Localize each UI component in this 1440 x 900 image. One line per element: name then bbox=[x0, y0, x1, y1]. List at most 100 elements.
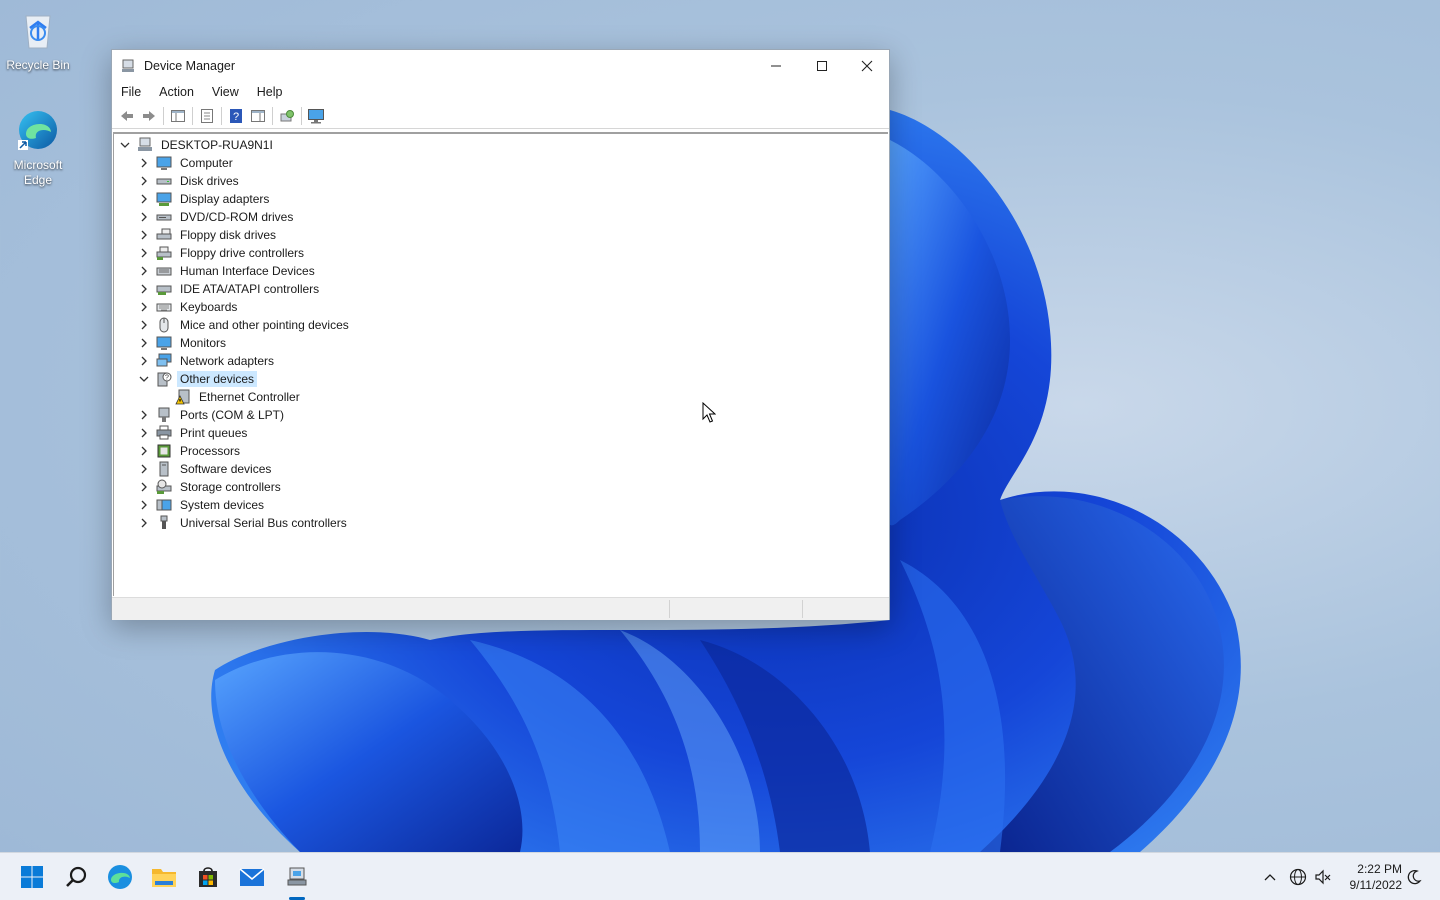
tree-category[interactable]: Human Interface Devices bbox=[138, 262, 318, 280]
tree-category[interactable]: Network adapters bbox=[138, 352, 277, 370]
clock-date: 9/11/2022 bbox=[1349, 878, 1403, 892]
tree-device-ethernet-controller[interactable]: Ethernet Controller bbox=[175, 388, 303, 406]
tree-category[interactable]: Floppy disk drives bbox=[138, 226, 279, 244]
maximize-button[interactable] bbox=[799, 50, 845, 81]
chevron-right-icon[interactable] bbox=[138, 463, 150, 475]
action-pane-icon bbox=[251, 110, 265, 122]
port-icon bbox=[158, 407, 170, 422]
tree-category[interactable]: Ports (COM & LPT) bbox=[138, 406, 287, 424]
taskbar-file-explorer[interactable] bbox=[148, 861, 180, 893]
tray-notifications[interactable] bbox=[1404, 867, 1424, 887]
chevron-right-icon[interactable] bbox=[138, 175, 150, 187]
action-pane-button[interactable] bbox=[247, 106, 269, 126]
chevron-right-icon[interactable] bbox=[138, 229, 150, 241]
tree-category[interactable]: DVD/CD-ROM drives bbox=[138, 208, 296, 226]
tree-category[interactable]: Processors bbox=[138, 442, 243, 460]
tray-volume[interactable] bbox=[1313, 867, 1333, 887]
tree-category[interactable]: Software devices bbox=[138, 460, 274, 478]
chevron-right-icon[interactable] bbox=[138, 355, 150, 367]
chevron-right-icon[interactable] bbox=[138, 481, 150, 493]
tree-category[interactable]: IDE ATA/ATAPI controllers bbox=[138, 280, 322, 298]
menu-action[interactable]: Action bbox=[150, 81, 203, 103]
mouse-icon bbox=[159, 317, 169, 333]
taskbar-mail[interactable] bbox=[236, 861, 268, 893]
chevron-right-icon[interactable] bbox=[138, 211, 150, 223]
taskbar-device-manager[interactable] bbox=[281, 861, 313, 893]
chevron-right-icon[interactable] bbox=[138, 499, 150, 511]
globe-icon bbox=[1289, 868, 1307, 886]
desktop-icon-edge[interactable]: Microsoft Edge bbox=[0, 108, 76, 188]
desktop-icon-recycle-bin[interactable]: Recycle Bin bbox=[0, 8, 76, 73]
forward-button[interactable] bbox=[138, 106, 160, 126]
tree-category-label: Computer bbox=[180, 156, 233, 170]
tree-category-label: Floppy drive controllers bbox=[180, 246, 305, 260]
close-button[interactable] bbox=[844, 50, 890, 81]
tree-root[interactable]: DESKTOP-RUA9N1I bbox=[119, 136, 276, 154]
tree-category[interactable]: Monitors bbox=[138, 334, 229, 352]
start-icon bbox=[21, 866, 43, 888]
tree-category[interactable]: System devices bbox=[138, 496, 267, 514]
show-hide-tree-button[interactable] bbox=[167, 106, 189, 126]
menu-file[interactable]: File bbox=[112, 81, 150, 103]
show-hide-console-tree-icon bbox=[171, 110, 185, 122]
computer-icon bbox=[156, 156, 172, 170]
svg-text:?: ? bbox=[165, 375, 169, 382]
device-manager-window[interactable]: Device Manager File Action View Help ? D… bbox=[111, 49, 890, 620]
help-icon: ? bbox=[230, 109, 242, 123]
chevron-right-icon[interactable] bbox=[138, 265, 150, 277]
status-separator bbox=[669, 600, 670, 618]
properties-button[interactable] bbox=[196, 106, 218, 126]
chevron-right-icon[interactable] bbox=[138, 193, 150, 205]
tree-category[interactable]: Universal Serial Bus controllers bbox=[138, 514, 350, 532]
maximize-icon bbox=[817, 60, 827, 71]
tray-network[interactable] bbox=[1288, 867, 1308, 887]
help-button[interactable]: ? bbox=[225, 106, 247, 126]
warning-device-icon bbox=[175, 389, 190, 405]
system-device-icon bbox=[156, 499, 172, 511]
chevron-right-icon[interactable] bbox=[138, 337, 150, 349]
device-tree[interactable]: DESKTOP-RUA9N1I Computer Disk drives Dis… bbox=[113, 132, 888, 596]
taskbar-edge[interactable] bbox=[104, 861, 136, 893]
tree-category-label: Universal Serial Bus controllers bbox=[180, 516, 347, 530]
tray-overflow-button[interactable] bbox=[1260, 867, 1280, 887]
tree-category[interactable]: Print queues bbox=[138, 424, 250, 442]
minimize-icon bbox=[771, 65, 781, 66]
tree-category[interactable]: Display adapters bbox=[138, 190, 272, 208]
tree-category[interactable]: Floppy drive controllers bbox=[138, 244, 307, 262]
search-button[interactable] bbox=[60, 861, 92, 893]
tree-category[interactable]: Disk drives bbox=[138, 172, 242, 190]
start-button[interactable] bbox=[16, 861, 48, 893]
menu-view[interactable]: View bbox=[203, 81, 248, 103]
taskbar-clock[interactable]: 2:22 PM 9/11/2022 bbox=[1338, 861, 1403, 893]
tree-category-label: Keyboards bbox=[180, 300, 238, 314]
chevron-right-icon[interactable] bbox=[138, 283, 150, 295]
chevron-right-icon[interactable] bbox=[138, 247, 150, 259]
tree-category-label: IDE ATA/ATAPI controllers bbox=[180, 282, 320, 296]
back-button[interactable] bbox=[116, 106, 138, 126]
minimize-button[interactable] bbox=[753, 50, 799, 81]
tree-category[interactable]: Keyboards bbox=[138, 298, 240, 316]
taskbar-store[interactable] bbox=[192, 861, 224, 893]
tree-category-label: Display adapters bbox=[180, 192, 270, 206]
chevron-right-icon[interactable] bbox=[138, 517, 150, 529]
monitor-button[interactable] bbox=[305, 106, 327, 126]
chevron-right-icon[interactable] bbox=[138, 319, 150, 331]
chevron-down-icon[interactable] bbox=[138, 373, 150, 385]
tree-category[interactable]: Computer bbox=[138, 154, 236, 172]
chevron-right-icon[interactable] bbox=[138, 157, 150, 169]
scan-hardware-button[interactable] bbox=[276, 106, 298, 126]
chevron-right-icon[interactable] bbox=[138, 427, 150, 439]
tree-category[interactable]: Mice and other pointing devices bbox=[138, 316, 352, 334]
tree-category-label: DVD/CD-ROM drives bbox=[180, 210, 294, 224]
menu-help[interactable]: Help bbox=[248, 81, 292, 103]
chevron-right-icon[interactable] bbox=[138, 409, 150, 421]
tree-category[interactable]: Storage controllers bbox=[138, 478, 284, 496]
title-bar[interactable]: Device Manager bbox=[112, 50, 889, 81]
svg-text:?: ? bbox=[233, 111, 239, 123]
toolbar-separator bbox=[163, 107, 164, 125]
chevron-down-icon[interactable] bbox=[119, 139, 131, 151]
tree-category-other-devices[interactable]: ? Other devices bbox=[138, 370, 258, 388]
chevron-right-icon[interactable] bbox=[138, 301, 150, 313]
printer-icon bbox=[156, 425, 172, 440]
chevron-right-icon[interactable] bbox=[138, 445, 150, 457]
